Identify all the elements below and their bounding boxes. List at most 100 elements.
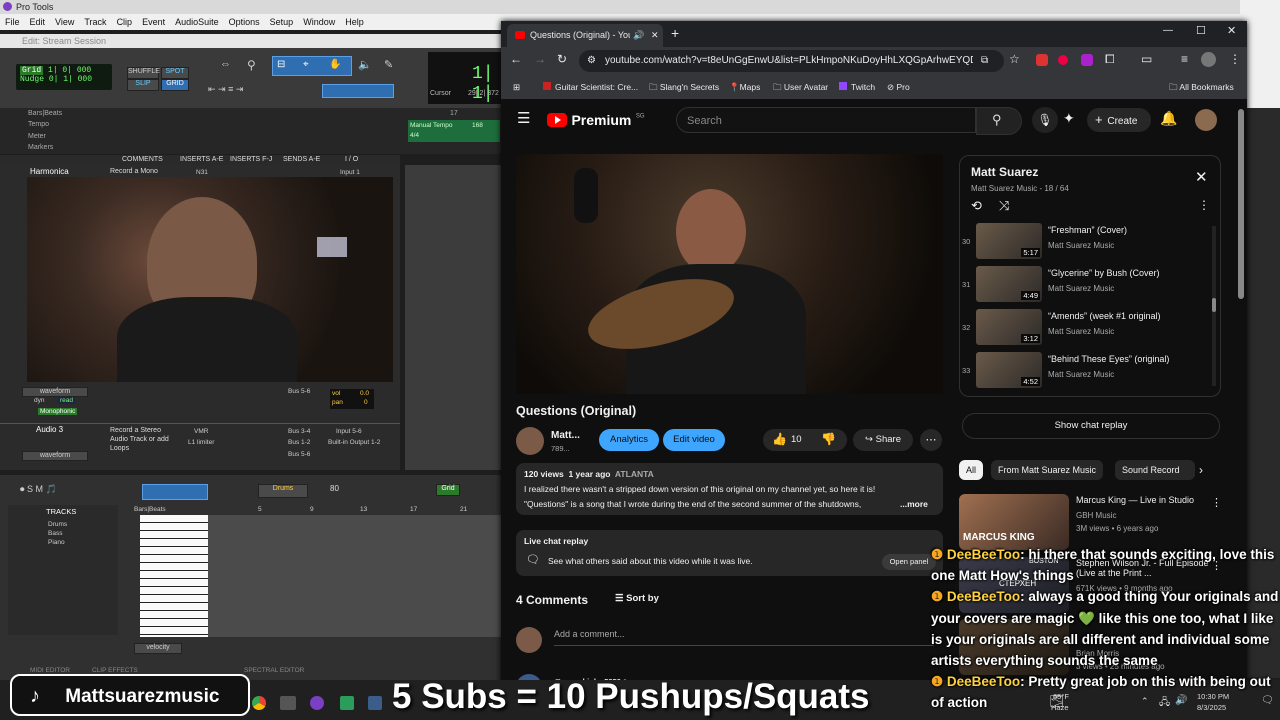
- playlist-item[interactable]: 30 5:17 “Freshman” (Cover) Matt Suarez M…: [960, 223, 1218, 265]
- midi-transport-icons[interactable]: ⏺ S M 🎵: [20, 484, 57, 495]
- link-tools-group[interactable]: [322, 84, 394, 98]
- track2-bus-3[interactable]: Bus 5-6: [288, 451, 310, 458]
- reload-icon[interactable]: ↻: [557, 52, 567, 66]
- selector-tool-icon[interactable]: ⌖: [303, 59, 309, 70]
- track1-insert[interactable]: N31: [196, 169, 208, 176]
- search-input[interactable]: Search: [676, 107, 976, 133]
- dislike-icon[interactable]: 👎: [821, 432, 836, 446]
- bookmark-maps[interactable]: 📍Maps: [729, 75, 760, 99]
- track2-bus-2[interactable]: Bus 1-2: [288, 439, 310, 446]
- playlist-scrollbar[interactable]: [1212, 226, 1216, 386]
- track1-input[interactable]: Input 1: [340, 169, 360, 176]
- grabber-tool-icon[interactable]: ✋: [329, 59, 341, 70]
- tab-clip-effects[interactable]: CLIP EFFECTS: [92, 667, 138, 674]
- loop-icon[interactable]: ⟲: [971, 198, 982, 214]
- track1-read[interactable]: read: [58, 397, 76, 404]
- playlist-item[interactable]: 32 3:12 “Amends” (week #1 original) Matt…: [960, 309, 1218, 351]
- track2-name[interactable]: Audio 3: [36, 425, 63, 434]
- chip-from-channel[interactable]: From Matt Suarez Music: [991, 460, 1104, 480]
- track-list-bass[interactable]: Bass: [48, 530, 62, 537]
- site-info-icon[interactable]: ⚙: [587, 50, 596, 72]
- description-box[interactable]: 120 views 1 year ago ATLANTA I realized …: [516, 463, 943, 515]
- sidepanel-icon[interactable]: ▭: [1141, 52, 1152, 66]
- menu-options[interactable]: Options: [224, 14, 265, 30]
- chips-next-icon[interactable]: ›: [1199, 463, 1203, 477]
- track2-insert-limiter[interactable]: L1 limiter: [188, 439, 214, 446]
- slip-button[interactable]: SLIP: [127, 79, 159, 91]
- account-avatar[interactable]: [1195, 109, 1217, 131]
- midi-edit-tools[interactable]: [142, 484, 208, 500]
- shuffle-button[interactable]: SHUFFLE: [127, 67, 160, 79]
- youtube-logo[interactable]: Premium SG: [547, 111, 645, 129]
- extension-record-icon[interactable]: [1058, 55, 1068, 65]
- sparkle-icon[interactable]: ✦: [1063, 110, 1075, 127]
- share-button[interactable]: ↪ Share: [853, 429, 913, 451]
- back-icon[interactable]: ←: [510, 52, 522, 66]
- address-bar[interactable]: ⚙ youtube.com/watch?v=t8eUnGgEnwU&list=P…: [579, 50, 1004, 72]
- shuffle-icon[interactable]: ⤨: [999, 198, 1009, 214]
- track2-waveform-select[interactable]: waveform: [22, 451, 88, 461]
- menu-audiosuite[interactable]: AudioSuite: [170, 14, 224, 30]
- menu-track[interactable]: Track: [79, 14, 111, 30]
- playlist-title[interactable]: Matt Suarez: [971, 165, 1038, 179]
- extensions-puzzle-icon[interactable]: ⧠: [1105, 52, 1115, 67]
- rec-more-icon[interactable]: ⋮: [1211, 496, 1222, 509]
- page-scrollbar[interactable]: [1238, 109, 1244, 299]
- chip-sound-recording[interactable]: Sound Record: [1115, 460, 1195, 480]
- grid-mode-button[interactable]: GRID: [161, 79, 189, 91]
- maximize-icon[interactable]: ☐: [1196, 24, 1206, 37]
- like-icon[interactable]: 👍: [772, 432, 787, 446]
- menu-view[interactable]: View: [50, 14, 79, 30]
- menu-clip[interactable]: Clip: [112, 14, 138, 30]
- track1-dyn[interactable]: dyn: [34, 397, 44, 404]
- piano-roll-keys[interactable]: [140, 515, 208, 637]
- spot-button[interactable]: SPOT: [161, 67, 189, 79]
- bookmark-star-icon[interactable]: ☆: [1009, 52, 1020, 66]
- grid-nudge-display[interactable]: Grid 1| 0| 000 Nudge 0| 1| 000: [16, 64, 112, 90]
- forward-icon[interactable]: →: [534, 52, 546, 66]
- analytics-button[interactable]: Analytics: [599, 429, 659, 451]
- playlist-item[interactable]: 33 4:52 “Behind These Eyes” (original) M…: [960, 352, 1218, 394]
- bookmark-pro[interactable]: ⊘ Pro: [887, 75, 910, 99]
- profile-avatar[interactable]: [1201, 52, 1216, 67]
- media-icon[interactable]: ≡: [1181, 52, 1188, 66]
- track1-name[interactable]: Harmonica: [30, 167, 69, 176]
- minimize-icon[interactable]: —: [1163, 25, 1173, 36]
- video-player[interactable]: [516, 154, 943, 394]
- live-taskbar-icon[interactable]: [340, 696, 354, 710]
- tab-audio-icon[interactable]: 🔊: [633, 24, 644, 47]
- taskbar-app-icon[interactable]: [368, 696, 382, 710]
- channel-name[interactable]: Matt...: [551, 430, 580, 441]
- more-link[interactable]: ...more: [900, 499, 928, 509]
- tab-close-icon[interactable]: ✕: [651, 24, 659, 47]
- track1-waveform-select[interactable]: waveform: [22, 387, 88, 397]
- voice-search-icon[interactable]: 🎙: [1032, 107, 1058, 133]
- velocity-select[interactable]: velocity: [134, 643, 182, 654]
- bookmark-user-avatar[interactable]: 🗀 User Avatar: [773, 75, 828, 99]
- bookmark-twitch[interactable]: Twitch: [839, 75, 875, 99]
- create-button[interactable]: + Create: [1087, 108, 1151, 132]
- more-actions-icon[interactable]: ⋯: [920, 429, 942, 451]
- open-panel-button[interactable]: Open panel: [882, 554, 936, 570]
- edit-tools-group[interactable]: ⊟ ⌖ ✋: [272, 56, 352, 76]
- sort-by-button[interactable]: ☰ Sort by: [615, 593, 659, 604]
- main-counter[interactable]: 1| 1| Cursor 29| 2| 372: [428, 52, 508, 104]
- hamburger-menu-icon[interactable]: ☰: [517, 109, 530, 127]
- browser-tab[interactable]: Questions (Original) - YouT 🔊 ✕: [507, 24, 663, 47]
- tab-midi-editor[interactable]: MIDI EDITOR: [30, 667, 70, 674]
- playlist-close-icon[interactable]: ✕: [1195, 168, 1208, 186]
- zoom-icon[interactable]: ⚲: [247, 58, 261, 72]
- track2-insert-vmr[interactable]: VMR: [194, 428, 208, 435]
- midi-grid-button[interactable]: Grid: [436, 484, 460, 496]
- track1-volpan[interactable]: vol 0.0 pan 0: [330, 389, 374, 409]
- track1-monophonic[interactable]: Monophonic: [38, 408, 78, 415]
- extension-purple-icon[interactable]: [1081, 54, 1093, 66]
- menu-file[interactable]: File: [0, 14, 25, 30]
- track2-output[interactable]: Built-in Output 1-2: [328, 439, 380, 446]
- new-tab-icon[interactable]: +: [671, 25, 679, 41]
- pro-tools-taskbar-icon[interactable]: [310, 696, 324, 710]
- speaker-icon[interactable]: 🔈: [358, 58, 372, 71]
- apps-grid-icon[interactable]: ⊞: [513, 75, 520, 99]
- edit-video-button[interactable]: Edit video: [663, 429, 725, 451]
- show-chat-replay-button[interactable]: Show chat replay: [962, 413, 1220, 439]
